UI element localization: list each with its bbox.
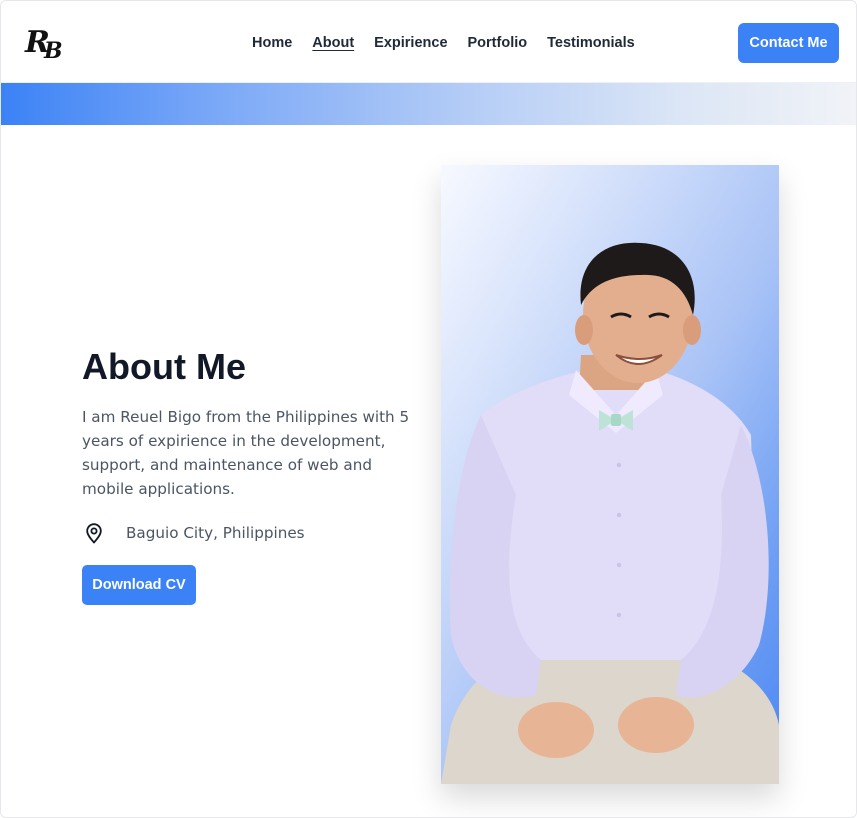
page: RB Home About Expirience Portfolio Testi… — [0, 0, 857, 818]
logo-letter-b: B — [43, 38, 62, 64]
nav-portfolio[interactable]: Portfolio — [468, 33, 528, 53]
about-title: About Me — [82, 346, 246, 387]
gradient-banner — [1, 83, 856, 125]
nav-testimonials[interactable]: Testimonials — [547, 33, 635, 53]
profile-photo-illustration — [441, 242, 779, 784]
contact-me-button[interactable]: Contact Me — [738, 23, 839, 63]
download-cv-button[interactable]: Download CV — [82, 565, 196, 605]
location-text: Baguio City, Philippines — [126, 524, 305, 542]
profile-photo — [441, 165, 779, 784]
about-description: I am Reuel Bigo from the Philippines wit… — [82, 408, 410, 498]
logo-letter-r: R — [25, 25, 50, 60]
site-header: RB Home About Expirience Portfolio Testi… — [1, 1, 856, 83]
logo-text: RB — [25, 25, 62, 64]
nav-expirience[interactable]: Expirience — [374, 33, 447, 53]
map-pin-icon — [82, 521, 106, 545]
nav-about[interactable]: About — [312, 33, 354, 53]
nav-home[interactable]: Home — [252, 33, 292, 53]
logo[interactable]: RB — [25, 23, 65, 64]
location: Baguio City, Philippines — [82, 521, 305, 545]
main-nav: Home About Expirience Portfolio Testimon… — [252, 33, 655, 53]
